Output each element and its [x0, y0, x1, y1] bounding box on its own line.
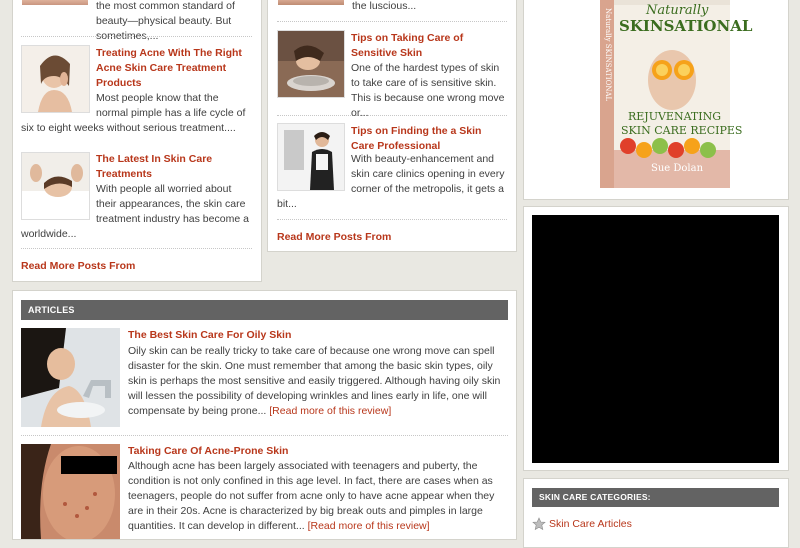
post-title-link[interactable]: Treating Acne With The Right Acne Skin C…: [96, 46, 246, 91]
post-thumbnail-top[interactable]: [278, 0, 344, 5]
post-separator: [21, 36, 252, 37]
post-separator: [277, 21, 507, 22]
post-separator: [277, 219, 507, 220]
post-thumbnail[interactable]: [277, 30, 345, 98]
article-title-link[interactable]: The Best Skin Care For Oily Skin: [128, 328, 291, 343]
middle-post2-excerpt-wrap: With beauty-enhancement and skin care cl…: [277, 152, 508, 212]
article-separator: [21, 435, 508, 436]
read-review-link[interactable]: [Read more of this review]: [269, 405, 391, 417]
left-post1-excerpt-wrap: Most people know that the normal pimple …: [21, 91, 252, 136]
video-player[interactable]: [532, 215, 779, 463]
book-author: Sue Dolan: [651, 163, 704, 174]
articles-heading: ARTICLES: [21, 300, 508, 320]
read-review-link[interactable]: [Read more of this review]: [308, 520, 430, 532]
post-title-link[interactable]: The Latest In Skin Care Treatments: [96, 152, 246, 182]
book-title-line1: Naturally: [646, 3, 709, 18]
read-more-posts-link[interactable]: Read More Posts From: [277, 231, 391, 243]
post-thumbnail-top[interactable]: [22, 0, 88, 5]
book-title-line2: SKINSATIONAL: [619, 17, 753, 35]
post-separator: [21, 248, 252, 249]
read-more-posts-link[interactable]: Read More Posts From: [21, 260, 135, 272]
category-link[interactable]: Skin Care Articles: [549, 518, 632, 530]
article-thumbnail[interactable]: [21, 444, 120, 539]
category-item[interactable]: Skin Care Articles: [532, 516, 632, 532]
star-icon: [532, 517, 546, 531]
article-title-link[interactable]: Taking Care Of Acne-Prone Skin: [128, 444, 288, 459]
book-spine-text: Naturally SKINSATIONAL: [604, 8, 612, 102]
categories-heading: SKIN CARE CATEGORIES:: [532, 488, 779, 507]
left-post2-excerpt-wrap: With people all worried about their appe…: [21, 182, 252, 242]
middle-post1-excerpt-wrap: One of the hardest types of skin to take…: [351, 61, 508, 121]
post-excerpt-fragment: the luscious...: [352, 0, 417, 12]
article-excerpt-wrap: Although acne has been largely associate…: [128, 459, 508, 534]
article-thumbnail[interactable]: [21, 328, 120, 427]
post-excerpt: One of the hardest types of skin to take…: [351, 62, 505, 119]
book-subtitle-line2: SKIN CARE RECIPES: [621, 124, 743, 137]
post-title-link[interactable]: Tips on Finding the a Skin Care Professi…: [351, 124, 506, 154]
article-excerpt-wrap: Oily skin can be really tricky to take c…: [128, 344, 508, 419]
post-title-link[interactable]: Tips on Taking Care of Sensitive Skin: [351, 31, 506, 61]
book-subtitle-line1: REJUVENATING: [628, 110, 722, 123]
post-excerpt-fragment: the most common standard of beauty—physi…: [96, 0, 235, 42]
